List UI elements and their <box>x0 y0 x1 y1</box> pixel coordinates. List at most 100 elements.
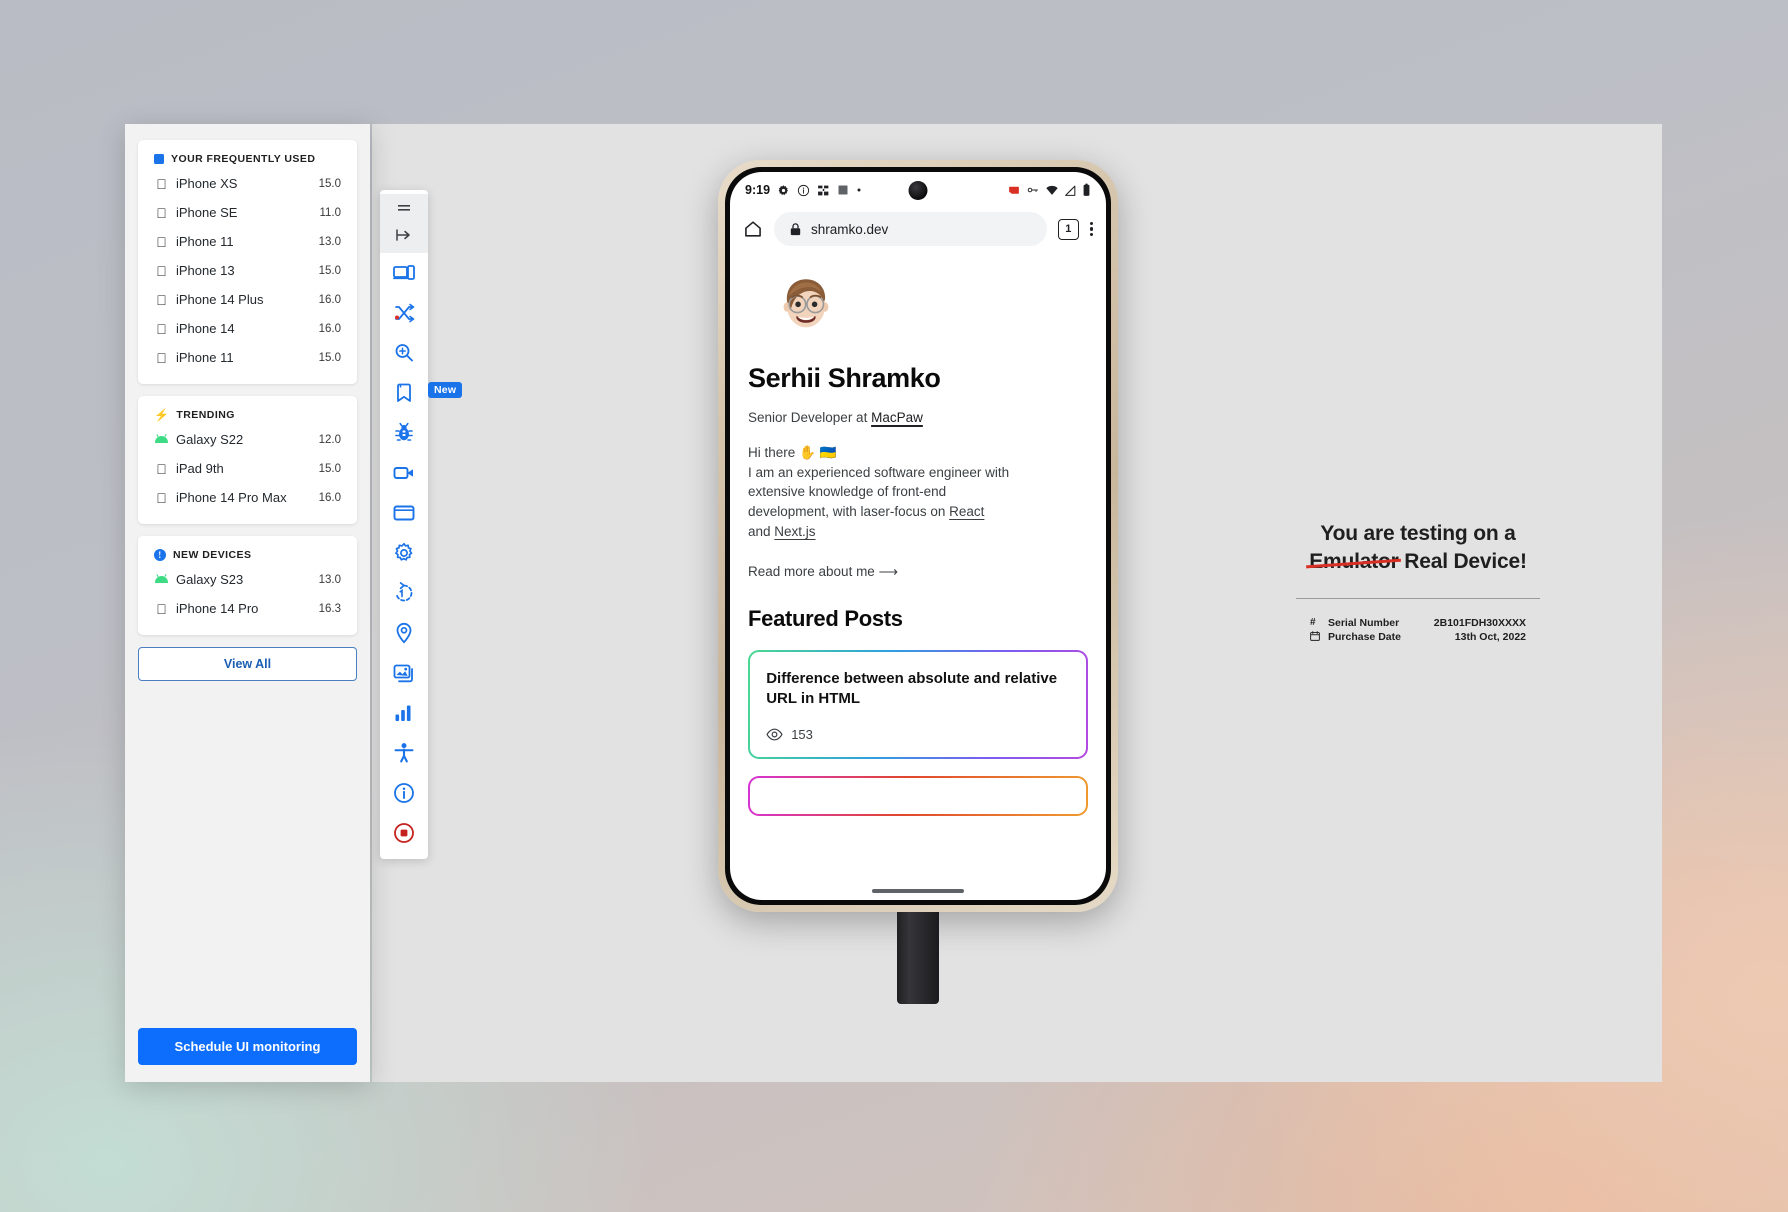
info-icon[interactable] <box>384 773 424 813</box>
apple-icon:  <box>154 351 169 365</box>
url-text: shramko.dev <box>811 221 889 237</box>
wifi-icon <box>1046 185 1058 195</box>
image-gallery-icon[interactable] <box>384 653 424 693</box>
device-version: 13.0 <box>318 573 341 586</box>
device-name: iPhone 14 <box>176 321 235 336</box>
new-badge: New <box>428 382 463 398</box>
memoji-avatar <box>783 279 829 328</box>
info-circle-icon <box>797 184 810 196</box>
device-version: 16.0 <box>318 491 341 504</box>
rotate-icon[interactable] <box>384 573 424 613</box>
device-version: 15.0 <box>318 462 341 475</box>
device-version: 11.0 <box>319 206 341 219</box>
device-name: iPhone XS <box>176 176 238 191</box>
apple-icon:  <box>154 206 169 220</box>
apple-icon:  <box>154 322 169 336</box>
vpn-key-icon <box>1027 187 1038 193</box>
divider <box>1296 597 1540 599</box>
device-row[interactable]:  iPhone 11 15.0 <box>138 343 357 372</box>
react-link[interactable]: React <box>949 504 984 519</box>
featured-posts-heading: Featured Posts <box>748 605 903 631</box>
device-row[interactable]: Galaxy S22 12.0 <box>138 425 357 454</box>
arrow-right-icon: ⟶ <box>878 563 898 579</box>
device-name: iPhone 11 <box>176 350 234 365</box>
device-name: iPhone 14 Plus <box>176 292 264 307</box>
post-views: 153 <box>766 727 1070 742</box>
arrow-to-right-icon[interactable] <box>384 223 424 247</box>
gear-icon[interactable] <box>384 533 424 573</box>
apple-icon:  <box>154 293 169 307</box>
device-version: 15.0 <box>318 177 341 190</box>
company-link[interactable]: MacPaw <box>871 410 923 425</box>
device-version: 16.0 <box>318 322 341 335</box>
nextjs-link[interactable]: Next.js <box>774 524 815 539</box>
android-home-indicator[interactable] <box>872 889 964 893</box>
tab-counter-button[interactable]: 1 <box>1057 218 1079 240</box>
video-camera-icon[interactable] <box>384 453 424 493</box>
section-title: NEW DEVICES <box>173 549 252 561</box>
device-name: iPad 9th <box>176 461 224 476</box>
post-card-partial[interactable] <box>748 776 1088 817</box>
responsive-devices-icon[interactable] <box>384 253 424 293</box>
sidebar-scroll-area[interactable]: YOUR FREQUENTLY USED  iPhone XS 15.0  … <box>125 124 370 1028</box>
phone-screen[interactable]: 9:19 shramko.dev 1 Serhii Shramko Senior… <box>730 172 1106 900</box>
device-row[interactable]:  iPhone 11 13.0 <box>138 227 357 256</box>
device-row[interactable]:  iPhone 14 Pro 16.3 <box>138 594 357 623</box>
accessibility-icon[interactable] <box>384 733 424 773</box>
browser-toolbar: shramko.dev 1 <box>730 208 1106 256</box>
schedule-ui-monitoring-button[interactable]: Schedule UI monitoring <box>138 1028 357 1065</box>
bug-icon[interactable] <box>384 413 424 453</box>
device-version: 16.0 <box>318 293 341 306</box>
blue-square-icon <box>154 154 164 164</box>
section-frequently-used: YOUR FREQUENTLY USED  iPhone XS 15.0  … <box>138 140 357 384</box>
zoom-in-icon[interactable] <box>384 333 424 373</box>
status-left: 9:19 <box>745 183 862 197</box>
bolt-icon: ⚡ <box>154 408 170 422</box>
headline-struck-word: Emulator <box>1309 549 1399 573</box>
window-icon[interactable] <box>384 493 424 533</box>
info-label: Purchase Date <box>1328 631 1401 644</box>
phone-frame: 9:19 shramko.dev 1 Serhii Shramko Senior… <box>718 160 1118 912</box>
info-label: Serial Number <box>1328 616 1400 629</box>
calendar-icon <box>1310 631 1328 644</box>
device-row[interactable]:  iPhone 14 16.0 <box>138 314 357 343</box>
device-row[interactable]: Galaxy S23 13.0 <box>138 565 357 594</box>
kebab-menu-icon[interactable] <box>1089 221 1093 237</box>
device-name: Galaxy S23 <box>176 572 244 587</box>
device-version: 15.0 <box>318 264 341 277</box>
home-icon[interactable] <box>743 219 763 239</box>
url-bar[interactable]: shramko.dev <box>774 212 1047 246</box>
apple-icon:  <box>154 602 169 616</box>
read-more-label: Read more about me <box>748 563 875 579</box>
section-header: ! NEW DEVICES <box>138 549 357 565</box>
section-title: YOUR FREQUENTLY USED <box>171 153 316 165</box>
device-row[interactable]:  iPhone 14 Plus 16.0 <box>138 285 357 314</box>
section-header: ⚡ TRENDING <box>138 409 357 425</box>
gear-icon <box>778 184 789 195</box>
device-name: iPhone 11 <box>176 234 234 249</box>
bio-line-2: extensive knowledge of front-end <box>748 484 947 500</box>
dot-icon <box>857 188 861 192</box>
device-row[interactable]:  iPhone SE 11.0 <box>138 198 357 227</box>
stop-record-icon[interactable] <box>384 813 424 853</box>
read-more-link[interactable]: Read more about me ⟶ <box>748 564 1088 580</box>
cast-icon <box>1008 186 1019 195</box>
device-row[interactable]:  iPhone 13 15.0 <box>138 256 357 285</box>
web-page-content[interactable]: Serhii Shramko Senior Developer at MacPa… <box>730 256 1106 900</box>
device-row[interactable]:  iPhone XS 15.0 <box>138 169 357 198</box>
device-row[interactable]:  iPad 9th 15.0 <box>138 454 357 483</box>
bar-chart-icon[interactable] <box>384 693 424 733</box>
device-row[interactable]:  iPhone 14 Pro Max 16.0 <box>138 483 357 512</box>
post-card[interactable]: Difference between absolute and relative… <box>748 649 1088 760</box>
real-device-info-panel: You are testing on a Emulator Real Devic… <box>1288 520 1548 645</box>
tools-icon <box>818 185 829 195</box>
view-all-button[interactable]: View All <box>138 647 357 681</box>
android-icon <box>154 576 169 583</box>
device-name: iPhone 13 <box>176 263 235 278</box>
front-camera-punch-hole <box>908 180 928 200</box>
menu-icon[interactable] <box>384 199 424 217</box>
device-toolbar: New <box>380 190 463 859</box>
shuffle-network-icon[interactable] <box>384 293 424 333</box>
bookmark-icon[interactable]: New <box>384 373 463 413</box>
location-pin-icon[interactable] <box>384 613 424 653</box>
